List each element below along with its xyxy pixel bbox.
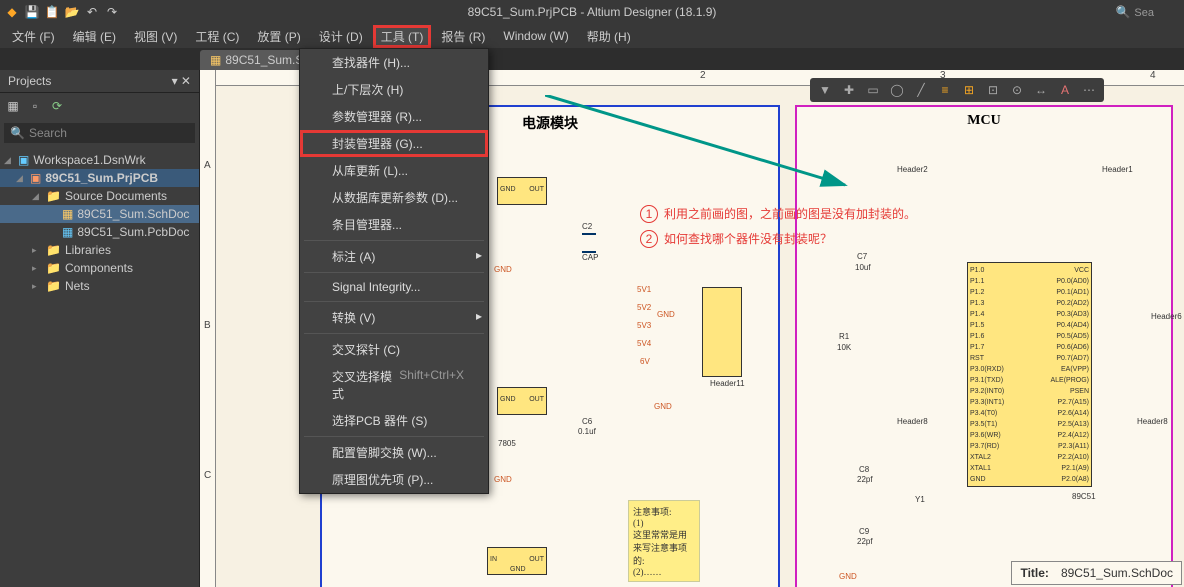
ic-regulator-3[interactable]: IN OUT GND — [487, 547, 547, 575]
search-placeholder: Search — [29, 126, 67, 140]
cross-icon[interactable]: ✚ — [840, 81, 858, 99]
ruler-vertical: A B C D — [200, 70, 216, 587]
menu-item-g[interactable]: 封装管理器 (G)... — [300, 130, 488, 157]
ic-regulator-2[interactable]: GND OUT — [497, 387, 547, 415]
menu-item-p[interactable]: 原理图优先项 (P)... — [300, 466, 488, 493]
selection-toolbar: ▼ ✚ ▭ ◯ ╱ ≡ ⊞ ⊡ ⊙ ↔ A ⋯ — [810, 78, 1104, 102]
menu-project[interactable]: 工程 (C) — [187, 25, 247, 48]
open-icon[interactable]: 📂 — [64, 4, 80, 20]
menu-item-a[interactable]: 标注 (A)▸ — [300, 243, 488, 270]
tree-libraries[interactable]: ▸📁Libraries — [0, 241, 199, 259]
distribute-icon[interactable]: ⊞ — [960, 81, 978, 99]
annotation-1: 1利用之前画的图，之前画的图是没有加封装的。 — [640, 205, 916, 223]
menu-item-v[interactable]: 转换 (V)▸ — [300, 304, 488, 331]
lasso-icon[interactable]: ◯ — [888, 81, 906, 99]
menu-report[interactable]: 报告 (R) — [433, 25, 493, 48]
text-icon[interactable]: A — [1056, 81, 1074, 99]
project-search[interactable]: 🔍 Search — [4, 123, 195, 143]
menu-place[interactable]: 放置 (P) — [249, 25, 308, 48]
menu-window[interactable]: Window (W) — [495, 26, 576, 46]
menu-item-w[interactable]: 配置管脚交换 (W)... — [300, 439, 488, 466]
project-tree: ◢▣Workspace1.DsnWrk ◢▣89C51_Sum.PrjPCB ◢… — [0, 147, 199, 587]
rect-icon[interactable]: ▭ — [864, 81, 882, 99]
tree-components[interactable]: ▸📁Components — [0, 259, 199, 277]
menu-tools[interactable]: 工具 (T) — [373, 25, 432, 48]
doc-icon: ▦ — [210, 53, 221, 67]
tree-source-docs[interactable]: ◢📁Source Documents — [0, 187, 199, 205]
app-icon: ◆ — [4, 4, 20, 20]
menu-item-h[interactable]: 查找器件 (H)... — [300, 49, 488, 76]
menu-help[interactable]: 帮助 (H) — [579, 25, 639, 48]
menu-item-r[interactable]: 参数管理器 (R)... — [300, 103, 488, 130]
block-mcu: MCU Header2 Header1 P1.0P1.1P1.2P1.3P1.4… — [795, 105, 1173, 587]
window-title: 89C51_Sum.PrjPCB - Altium Designer (18.1… — [468, 5, 717, 19]
tool-compile-icon[interactable]: ▦ — [4, 97, 22, 115]
filter-icon[interactable]: ▼ — [816, 81, 834, 99]
title-bar: ◆ 💾 📋 📂 ↶ ↷ 89C51_Sum.PrjPCB - Altium De… — [0, 0, 1184, 24]
header-11[interactable] — [702, 287, 742, 377]
menu-item-d[interactable]: 从数据库更新参数 (D)... — [300, 184, 488, 211]
cap-c2[interactable]: C2 CAP — [582, 222, 598, 262]
tree-nets[interactable]: ▸📁Nets — [0, 277, 199, 295]
menu-file[interactable]: 文件 (F) — [4, 25, 63, 48]
save-icon[interactable]: 💾 — [24, 4, 40, 20]
menu-bar: 文件 (F) 编辑 (E) 视图 (V) 工程 (C) 放置 (P) 设计 (D… — [0, 24, 1184, 48]
menu-item-h[interactable]: 上/下层次 (H) — [300, 76, 488, 103]
projects-title: Projects — [8, 74, 51, 88]
tree-file-sch[interactable]: ▦89C51_Sum.SchDoc — [0, 205, 199, 223]
block-power-title: 电源模块 — [522, 113, 578, 133]
menu-item-pcbs[interactable]: 选择PCB 器件 (S) — [300, 407, 488, 434]
menu-design[interactable]: 设计 (D) — [311, 25, 371, 48]
menu-item-l[interactable]: 从库更新 (L)... — [300, 157, 488, 184]
undo-icon[interactable]: ↶ — [84, 4, 100, 20]
tree-workspace[interactable]: ◢▣Workspace1.DsnWrk — [0, 151, 199, 169]
grid-icon[interactable]: ⊡ — [984, 81, 1002, 99]
tools-dropdown: 查找器件 (H)...上/下层次 (H)参数管理器 (R)...封装管理器 (G… — [299, 48, 489, 494]
snap-icon[interactable]: ⊙ — [1008, 81, 1026, 99]
redo-icon[interactable]: ↷ — [104, 4, 120, 20]
title-block: Title:89C51_Sum.SchDoc — [1011, 561, 1182, 585]
ic-regulator-1[interactable]: GND OUT — [497, 177, 547, 205]
projects-panel: Projects ▾ ✕ ▦ ▫ ⟳ 🔍 Search ◢▣Workspace1… — [0, 70, 200, 587]
document-tabs: ▦ 89C51_Sum.SchD — [0, 48, 1184, 70]
tree-file-pcb[interactable]: ▦89C51_Sum.PcbDoc — [0, 223, 199, 241]
ic-mcu[interactable]: P1.0P1.1P1.2P1.3P1.4P1.5P1.6P1.7RSTP3.0(… — [967, 262, 1092, 487]
menu-item-[interactable]: 交叉选择模式Shift+Ctrl+X — [300, 363, 488, 407]
more-icon[interactable]: ⋯ — [1080, 81, 1098, 99]
note-sticky[interactable]: 注意事项: (1) 这里常常是用 来写注意事项 的: (2)…… — [628, 500, 700, 582]
tree-project[interactable]: ◢▣89C51_Sum.PrjPCB — [0, 169, 199, 187]
line-icon[interactable]: ╱ — [912, 81, 930, 99]
annotation-2: 2如何查找哪个器件没有封装呢？ — [640, 230, 832, 248]
menu-item-c[interactable]: 交叉探针 (C) — [300, 336, 488, 363]
panel-menu-icon[interactable]: ▾ ✕ — [172, 74, 191, 88]
block-mcu-title: MCU — [967, 113, 1000, 129]
search-icon: 🔍 — [10, 126, 25, 140]
align-icon[interactable]: ≡ — [936, 81, 954, 99]
measure-icon[interactable]: ↔ — [1032, 81, 1050, 99]
tool-options-icon[interactable]: ▫ — [26, 97, 44, 115]
menu-item-signalintegrity[interactable]: Signal Integrity... — [300, 275, 488, 299]
save-all-icon[interactable]: 📋 — [44, 4, 60, 20]
menu-edit[interactable]: 编辑 (E) — [65, 25, 124, 48]
tool-refresh-icon[interactable]: ⟳ — [48, 97, 66, 115]
menu-item-[interactable]: 条目管理器... — [300, 211, 488, 238]
menu-view[interactable]: 视图 (V) — [126, 25, 185, 48]
global-search-icon[interactable]: 🔍 — [1115, 5, 1154, 19]
